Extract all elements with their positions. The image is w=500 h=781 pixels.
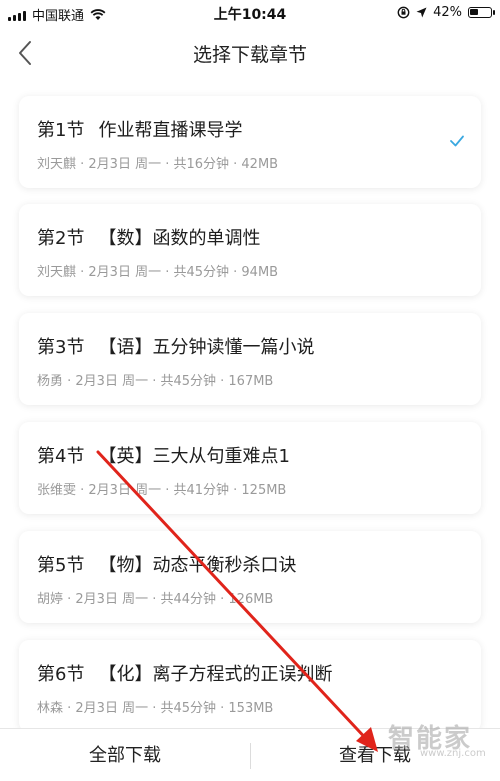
checkmark-icon <box>450 135 464 147</box>
chapter-meta: 林森 · 2月3日 周一 · 共45分钟 · 153MB <box>37 701 274 716</box>
battery-icon <box>468 7 495 18</box>
location-icon <box>416 7 427 18</box>
chapter-card-6[interactable]: 第6节 【化】离子方程式的正误判断 林森 · 2月3日 周一 · 共45分钟 · … <box>19 640 481 728</box>
chapter-title: 【数】函数的单调性 <box>98 228 261 249</box>
chapter-number: 第3节 <box>37 337 85 358</box>
chapter-meta: 刘天麒 · 2月3日 周一 · 共16分钟 · 42MB <box>37 157 279 172</box>
chapter-title: 【化】离子方程式的正误判断 <box>98 664 333 685</box>
chapter-title-row: 第5节 【物】动态平衡秒杀口诀 <box>37 551 296 577</box>
rotation-lock-icon <box>397 6 410 19</box>
chapter-title-row: 第4节 【英】三大从句重难点1 <box>37 442 290 468</box>
chapter-number: 第5节 <box>37 555 85 576</box>
chapter-number: 第2节 <box>37 228 85 249</box>
chapter-title-row: 第2节 【数】函数的单调性 <box>37 224 260 250</box>
chapter-title: 【英】三大从句重难点1 <box>98 446 290 467</box>
chapter-meta: 杨勇 · 2月3日 周一 · 共45分钟 · 167MB <box>37 374 274 389</box>
chapter-number: 第4节 <box>37 446 85 467</box>
nav-bar: 选择下载章节 <box>0 26 500 80</box>
chapter-title-row: 第3节 【语】五分钟读懂一篇小说 <box>37 333 314 359</box>
chapter-number: 第1节 <box>37 120 85 141</box>
download-all-button[interactable]: 全部下载 <box>0 729 250 781</box>
chapter-card-2[interactable]: 第2节 【数】函数的单调性 刘天麒 · 2月3日 周一 · 共45分钟 · 94M… <box>19 204 481 296</box>
battery-percent: 42% <box>433 5 462 20</box>
chapter-card-4[interactable]: 第4节 【英】三大从句重难点1 张维雯 · 2月3日 周一 · 共41分钟 · 1… <box>19 422 481 514</box>
chapter-title-row: 第6节 【化】离子方程式的正误判断 <box>37 660 332 686</box>
chapter-title-row: 第1节 作业帮直播课导学 <box>37 116 242 142</box>
chapter-list: 第1节 作业帮直播课导学 刘天麒 · 2月3日 周一 · 共16分钟 · 42MB… <box>0 80 500 728</box>
watermark-url: www.znj.com <box>420 748 486 759</box>
chapter-meta: 刘天麒 · 2月3日 周一 · 共45分钟 · 94MB <box>37 265 279 280</box>
chapter-meta: 张维雯 · 2月3日 周一 · 共41分钟 · 125MB <box>37 483 287 498</box>
status-bar: 中国联通 上午10:44 42% <box>0 0 500 26</box>
status-right: 42% <box>397 5 495 20</box>
chapter-title: 【物】动态平衡秒杀口诀 <box>98 555 297 576</box>
page-title: 选择下载章节 <box>192 44 307 66</box>
chapter-number: 第6节 <box>37 664 85 685</box>
chapter-meta: 胡婷 · 2月3日 周一 · 共44分钟 · 126MB <box>37 592 274 607</box>
chapter-card-1[interactable]: 第1节 作业帮直播课导学 刘天麒 · 2月3日 周一 · 共16分钟 · 42MB <box>19 96 481 188</box>
chapter-title: 【语】五分钟读懂一篇小说 <box>98 337 315 358</box>
chapter-card-3[interactable]: 第3节 【语】五分钟读懂一篇小说 杨勇 · 2月3日 周一 · 共45分钟 · 1… <box>19 313 481 405</box>
chapter-title: 作业帮直播课导学 <box>98 120 243 141</box>
chapter-card-5[interactable]: 第5节 【物】动态平衡秒杀口诀 胡婷 · 2月3日 周一 · 共44分钟 · 12… <box>19 531 481 623</box>
